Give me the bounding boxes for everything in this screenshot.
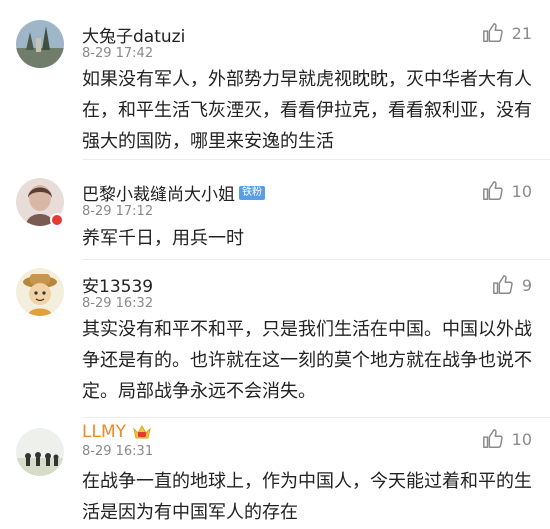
timestamp: 8-29 17:42 bbox=[82, 46, 154, 61]
comment-text: 养军千日，用兵一时 bbox=[82, 228, 244, 249]
username-text[interactable]: LLMY bbox=[82, 422, 126, 442]
like-button[interactable]: 9 bbox=[492, 274, 532, 296]
comment-text: 如果没有军人，外部势力早就虎视眈眈，灭中华者大有人在，和平生活飞灰湮灭，看看伊拉… bbox=[82, 69, 532, 152]
comment-text: 其实没有和平不和平，只是我们生活在中国。中国以外战争还是有的。也许就在这一刻的莫… bbox=[82, 319, 532, 402]
timestamp: 8-29 16:31 bbox=[82, 444, 154, 459]
username-text[interactable]: 大兔子datuzi bbox=[82, 22, 185, 47]
comment-item: 巴黎小裁缝尚大小姐 铁粉 8-29 17:12 10 养军千日，用兵一时 bbox=[0, 160, 550, 260]
crown-icon bbox=[133, 424, 151, 439]
avatar[interactable] bbox=[16, 20, 64, 68]
comment-item: LLMY 8-29 16:31 10 在战争一直的地球上，作为中国人，今天能过着… bbox=[0, 418, 550, 529]
avatar[interactable] bbox=[16, 268, 64, 316]
avatar-image bbox=[16, 20, 64, 68]
like-button[interactable]: 10 bbox=[482, 180, 532, 202]
thumbs-up-icon[interactable] bbox=[482, 22, 504, 44]
username-text[interactable]: 安13539 bbox=[82, 272, 153, 297]
like-count: 10 bbox=[511, 429, 532, 449]
like-count: 10 bbox=[511, 181, 532, 201]
thumbs-up-icon[interactable] bbox=[482, 180, 504, 202]
username-text[interactable]: 巴黎小裁缝尚大小姐 bbox=[82, 180, 235, 205]
timestamp: 8-29 17:12 bbox=[82, 204, 154, 219]
username[interactable]: 大兔子datuzi bbox=[82, 22, 185, 47]
comment-item: 安13539 8-29 16:32 9 其实没有和平不和平，只是我们生活在中国。… bbox=[0, 260, 550, 418]
username[interactable]: 安13539 bbox=[82, 272, 153, 297]
avatar-image bbox=[16, 428, 64, 476]
timestamp: 8-29 16:32 bbox=[82, 296, 154, 311]
like-count: 21 bbox=[511, 23, 532, 43]
like-count: 9 bbox=[521, 275, 532, 295]
avatar[interactable] bbox=[16, 428, 64, 476]
like-button[interactable]: 21 bbox=[482, 22, 532, 44]
thumbs-up-icon[interactable] bbox=[482, 428, 504, 450]
username[interactable]: LLMY bbox=[82, 422, 152, 442]
comment-text: 在战争一直的地球上，作为中国人，今天能过着和平的生活是因为有中国军人的存在 bbox=[82, 471, 532, 523]
avatar-image bbox=[16, 268, 64, 316]
comment-item: 大兔子datuzi 8-29 17:42 21 如果没有军人，外部势力早就虎视眈… bbox=[0, 0, 550, 160]
verified-badge-icon bbox=[50, 213, 64, 227]
fan-badge: 铁粉 bbox=[239, 185, 265, 200]
username[interactable]: 巴黎小裁缝尚大小姐 铁粉 bbox=[82, 180, 265, 205]
thumbs-up-icon[interactable] bbox=[492, 274, 514, 296]
like-button[interactable]: 10 bbox=[482, 428, 532, 450]
